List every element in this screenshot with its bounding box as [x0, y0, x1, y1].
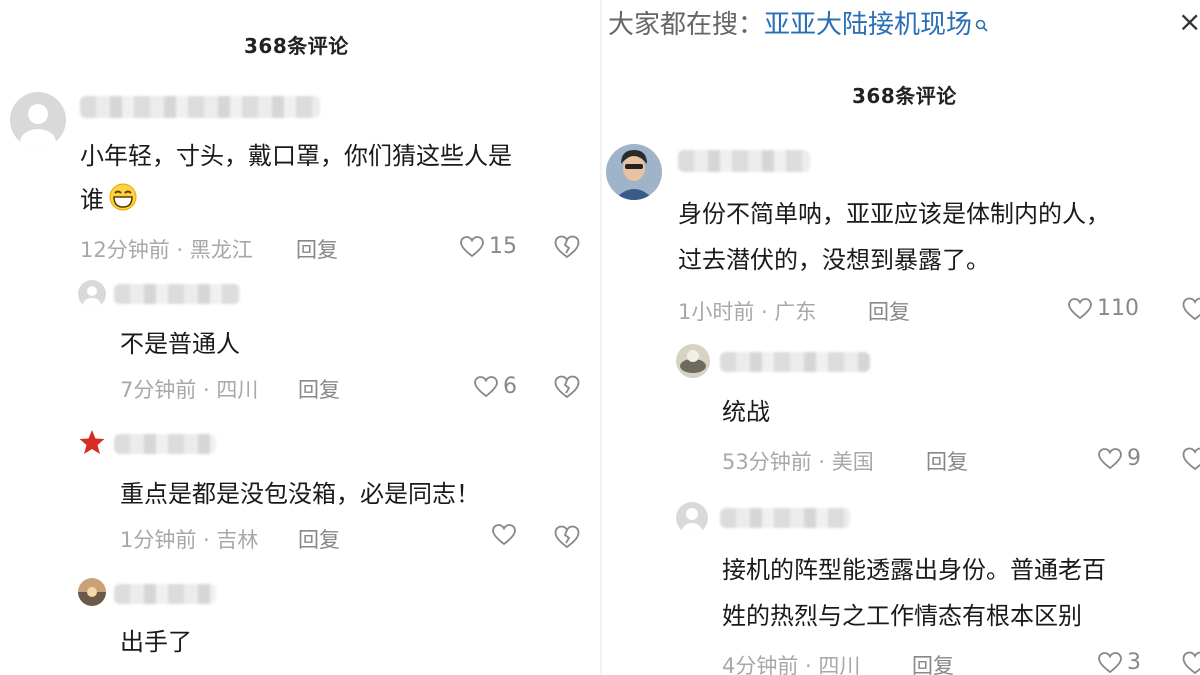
username-blurred[interactable]: [114, 584, 216, 604]
dislike-button[interactable]: [1182, 447, 1200, 471]
heart-icon: [1068, 297, 1092, 319]
username-blurred[interactable]: [80, 96, 320, 118]
dislike-button[interactable]: [554, 525, 580, 549]
like-button[interactable]: 6: [474, 374, 517, 399]
like-count: 110: [1097, 296, 1139, 321]
username-blurred[interactable]: [678, 150, 810, 172]
reply-button[interactable]: 回复: [298, 524, 340, 554]
reply-meta: 4分钟前 · 四川: [722, 654, 861, 675]
comment-text: 小年轻，寸头，戴口罩，你们猜这些人是: [80, 142, 512, 170]
dislike-button[interactable]: [554, 235, 580, 259]
dislike-button[interactable]: [554, 375, 580, 399]
reply-text-line2: 姓的热烈与之工作情态有根本区别: [722, 602, 1082, 630]
broken-heart-icon: [1182, 447, 1200, 471]
reply-meta: 53分钟前 · 美国: [722, 450, 874, 474]
like-count: 3: [1127, 650, 1141, 675]
username-blurred[interactable]: [114, 434, 216, 454]
like-count: 6: [503, 374, 517, 399]
search-prefix: 大家都在搜：: [608, 9, 765, 40]
reply-text: 统战: [722, 398, 770, 426]
like-button[interactable]: 110: [1068, 296, 1139, 321]
heart-icon: [474, 375, 498, 397]
reply-button[interactable]: 回复: [296, 234, 338, 264]
broken-heart-icon: [554, 235, 580, 259]
reply-meta: 1分钟前 · 吉林: [120, 528, 259, 552]
reply-button[interactable]: 回复: [926, 446, 968, 476]
like-button[interactable]: 9: [1098, 446, 1141, 471]
like-button[interactable]: [492, 524, 521, 546]
avatar[interactable]: [676, 502, 708, 534]
close-button[interactable]: ×: [1178, 8, 1200, 36]
comment-text: 身份不简单呐，亚亚应该是体制内的人，: [678, 200, 1110, 228]
comment-meta: 12分钟前 · 黑龙江: [80, 238, 253, 262]
reply-text: 出手了: [120, 628, 192, 656]
reply-button[interactable]: 回复: [298, 374, 340, 404]
search-icon[interactable]: [975, 9, 988, 32]
reply-button[interactable]: 回复: [912, 650, 954, 675]
avatar[interactable]: [78, 280, 106, 308]
reply-text: 不是普通人: [120, 330, 240, 358]
reply-button[interactable]: 回复: [868, 296, 910, 326]
broken-heart-icon: [554, 375, 580, 399]
comment-count-title: 368条评论: [244, 34, 349, 58]
right-comment-sheet: 大家都在搜： 亚亚大陆接机现场 × 368条评论 身份不简单呐，亚亚应该是体制内…: [602, 0, 1200, 675]
username-blurred[interactable]: [720, 352, 870, 372]
like-button[interactable]: 15: [460, 234, 517, 259]
search-suggestion[interactable]: 大家都在搜： 亚亚大陆接机现场: [608, 2, 988, 42]
avatar[interactable]: [10, 92, 66, 148]
username-blurred[interactable]: [114, 284, 240, 304]
heart-icon: [460, 235, 484, 257]
left-comment-sheet: 368条评论 小年轻，寸头，戴口罩，你们猜这些人是 谁 12分钟前 · 黑龙江 …: [0, 0, 600, 675]
broken-heart-icon: [1182, 297, 1200, 321]
username-blurred[interactable]: [720, 508, 850, 528]
like-count: 15: [489, 234, 517, 259]
heart-icon: [1098, 447, 1122, 469]
avatar[interactable]: [606, 144, 662, 200]
like-count: 9: [1127, 446, 1141, 471]
heart-icon: [492, 524, 516, 546]
avatar[interactable]: [78, 578, 106, 606]
reply-text: 接机的阵型能透露出身份。普通老百: [722, 556, 1106, 584]
comment-text-line2: 谁: [80, 178, 140, 222]
reply-meta: 7分钟前 · 四川: [120, 378, 259, 402]
search-term-link[interactable]: 亚亚大陆接机现场: [764, 4, 972, 41]
dislike-button[interactable]: [1182, 651, 1200, 675]
broken-heart-icon: [554, 525, 580, 549]
comment-meta: 1小时前 · 广东: [678, 300, 817, 324]
grinning-face-icon: [106, 182, 140, 212]
star-avatar[interactable]: [78, 428, 106, 456]
comment-count-title: 368条评论: [852, 84, 957, 108]
heart-icon: [1098, 651, 1122, 673]
avatar[interactable]: [676, 344, 710, 378]
comment-text-line2: 过去潜伏的，没想到暴露了。: [678, 246, 990, 274]
like-button[interactable]: 3: [1098, 650, 1141, 675]
dislike-button[interactable]: [1182, 297, 1200, 321]
reply-text: 重点是都是没包没箱，必是同志！: [120, 480, 480, 508]
broken-heart-icon: [1182, 651, 1200, 675]
